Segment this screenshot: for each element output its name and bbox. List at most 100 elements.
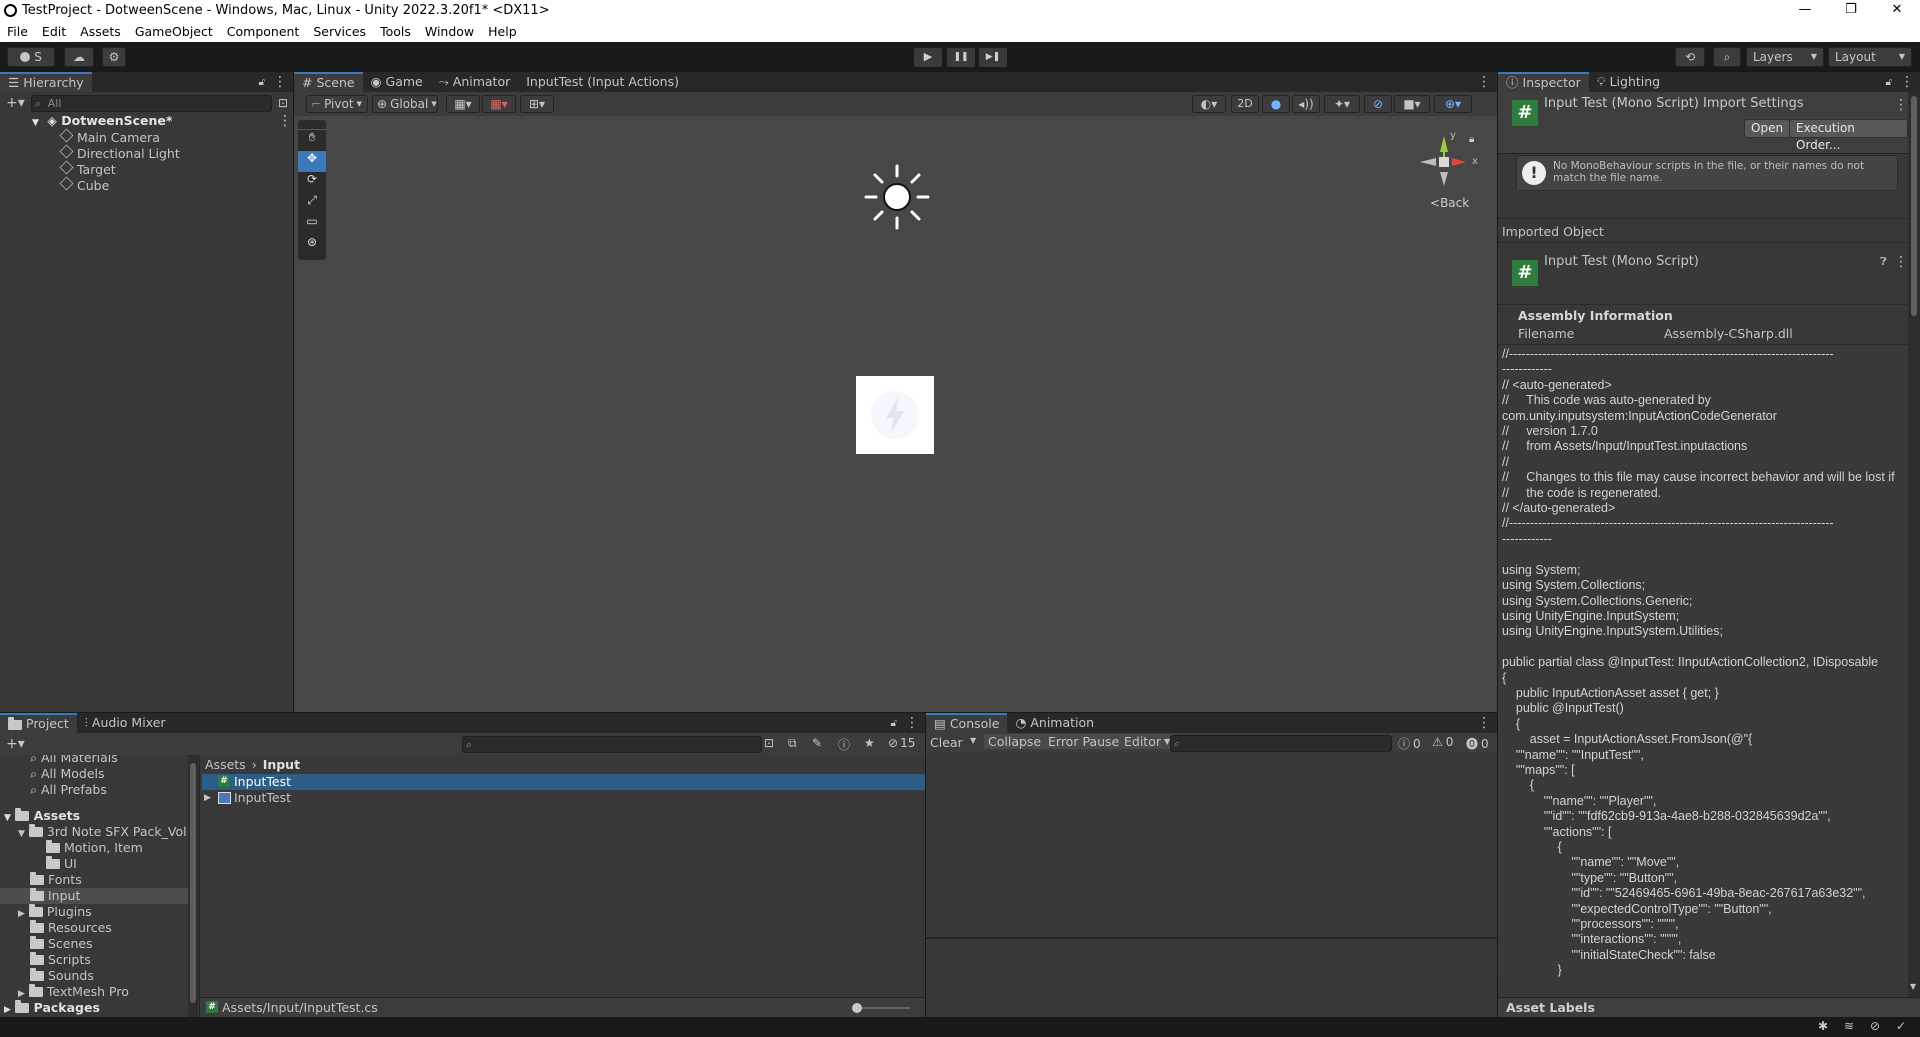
- scene-root[interactable]: ▼ ◈ DotweenScene*: [32, 113, 172, 129]
- collapse-toggle[interactable]: Collapse: [984, 734, 1046, 749]
- close-button[interactable]: ✕: [1874, 0, 1920, 22]
- expand-arrow-icon[interactable]: ▶: [204, 790, 211, 806]
- play-button[interactable]: ▶: [914, 48, 942, 67]
- add-icon[interactable]: +▾: [0, 736, 25, 752]
- lighting-toggle[interactable]: ●: [1262, 95, 1290, 113]
- tree-sfx-pack[interactable]: ▼ 3rd Note SFX Pack_Vol.1: [18, 824, 188, 840]
- menu-tools[interactable]: Tools: [373, 22, 418, 42]
- tree-textmesh-pro[interactable]: ▶ TextMesh Pro: [18, 984, 129, 1000]
- hidden-packages-toggle[interactable]: ⊘ 15: [888, 736, 915, 750]
- menu-gameobject[interactable]: GameObject: [128, 22, 220, 42]
- scene-more-icon[interactable]: ⋮: [278, 114, 292, 128]
- layout-dropdown[interactable]: Layout ▼: [1828, 47, 1912, 67]
- network-icon[interactable]: ⊘: [1870, 1019, 1880, 1033]
- draw-mode-button[interactable]: ◐▾: [1192, 95, 1226, 113]
- tab-project[interactable]: Project: [0, 713, 77, 733]
- expand-arrow-icon[interactable]: ▼: [18, 829, 25, 839]
- error-pause-toggle[interactable]: Error Pause: [1044, 734, 1124, 749]
- favorite-all-models[interactable]: ⌕ All Models: [30, 766, 105, 782]
- warning-count-toggle[interactable]: ⚠ 0: [1432, 735, 1453, 749]
- clear-options-chevron-icon[interactable]: ▼: [970, 736, 976, 745]
- tab-console[interactable]: ▤ Console: [926, 713, 1008, 733]
- tag-icon[interactable]: ✎: [812, 736, 822, 750]
- gizmos-toggle[interactable]: ⊕▾: [1434, 95, 1472, 113]
- global-dropdown[interactable]: ⊕ Global ▼: [372, 95, 438, 113]
- gizmo-lock-icon[interactable]: 🔒︎: [1469, 134, 1474, 145]
- layers-status-icon[interactable]: ≋: [1844, 1019, 1854, 1033]
- asset-labels-bar[interactable]: Asset Labels: [1498, 997, 1920, 1017]
- header-more-icon[interactable]: ⋮: [1894, 98, 1908, 112]
- project-search-input[interactable]: ⌕: [462, 736, 762, 753]
- menu-services[interactable]: Services: [306, 22, 373, 42]
- 2d-toggle-button[interactable]: 2D: [1231, 95, 1259, 113]
- search-button[interactable]: ⌕: [1713, 47, 1741, 67]
- open-button[interactable]: Open: [1744, 119, 1791, 138]
- tab-scene[interactable]: # Scene: [294, 72, 363, 92]
- menu-component[interactable]: Component: [220, 22, 307, 42]
- minimize-button[interactable]: —: [1782, 0, 1828, 22]
- tab-game[interactable]: ◉ Game: [363, 72, 431, 92]
- help-icon[interactable]: ❓︎: [1880, 255, 1887, 269]
- camera-settings-button[interactable]: ■▾: [1394, 95, 1430, 113]
- check-icon[interactable]: ✓: [1896, 1019, 1906, 1033]
- gizmo-view-label[interactable]: <Back: [1430, 196, 1469, 210]
- expand-arrow-icon[interactable]: ▼: [32, 118, 39, 128]
- clear-button[interactable]: Clear: [930, 735, 963, 750]
- tree-motion-item[interactable]: Motion, Item: [46, 840, 143, 856]
- maximize-button[interactable]: ❐: [1828, 0, 1874, 22]
- history-button[interactable]: ⟲: [1675, 47, 1705, 67]
- tree-resources[interactable]: Resources: [30, 920, 112, 936]
- lock-icon[interactable]: 🔓︎: [891, 718, 897, 729]
- error-count-toggle[interactable]: ⓿0: [1466, 735, 1489, 752]
- tree-input[interactable]: Input: [0, 888, 188, 904]
- expand-arrow-icon[interactable]: ▶: [4, 1005, 11, 1015]
- file-row[interactable]: ▶ InputTest: [202, 790, 925, 806]
- tab-inspector[interactable]: ⓘ Inspector: [1498, 72, 1589, 92]
- expand-arrow-icon[interactable]: ▶: [18, 989, 25, 999]
- hierarchy-item-directional-light[interactable]: Directional Light: [59, 144, 180, 161]
- pivot-dropdown[interactable]: ⌐ Pivot ▼: [306, 95, 368, 113]
- tab-audio-mixer[interactable]: ⫶ Audio Mixer: [77, 713, 174, 733]
- tab-hierarchy[interactable]: ☰ Hierarchy: [0, 72, 92, 92]
- menu-window[interactable]: Window: [418, 22, 481, 42]
- effects-toggle[interactable]: ✦▾: [1324, 95, 1360, 113]
- breadcrumb-current[interactable]: Input: [263, 757, 300, 772]
- increment-snap-button[interactable]: ⊞▾: [520, 95, 554, 113]
- move-tool[interactable]: ✥: [298, 151, 326, 172]
- grid-visibility-button[interactable]: ▦▾: [446, 95, 480, 113]
- favorite-star-icon[interactable]: ★: [864, 736, 875, 750]
- lock-icon[interactable]: 🔓︎: [1886, 77, 1892, 88]
- more-icon[interactable]: ⋮: [1477, 716, 1497, 730]
- tree-plugins[interactable]: ▶ Plugins: [18, 904, 92, 920]
- hierarchy-item-main-camera[interactable]: Main Camera: [59, 128, 160, 145]
- inspector-scrollbar[interactable]: ▼: [1908, 92, 1920, 997]
- file-row-selected[interactable]: # InputTest: [202, 774, 925, 790]
- tree-ui[interactable]: UI: [46, 856, 77, 872]
- add-icon[interactable]: +▾: [6, 95, 25, 111]
- favorite-all-prefabs[interactable]: ⌕ All Prefabs: [30, 782, 107, 798]
- console-log-list[interactable]: [926, 753, 1497, 937]
- scene-more-icon[interactable]: ⋮: [1477, 75, 1497, 89]
- tab-input-actions[interactable]: InputTest (Input Actions): [518, 72, 687, 92]
- breadcrumb-root[interactable]: Assets: [205, 757, 246, 772]
- pause-button[interactable]: ❚❚: [947, 48, 975, 67]
- scrollbar-thumb[interactable]: [190, 763, 196, 1003]
- hierarchy-item-cube[interactable]: Cube: [59, 176, 109, 193]
- more-icon[interactable]: ⋮: [273, 75, 287, 89]
- bug-icon[interactable]: ✱: [1818, 1019, 1828, 1033]
- collab-button[interactable]: ⚙: [102, 47, 126, 67]
- slider-thumb[interactable]: [852, 1003, 862, 1013]
- tree-assets-root[interactable]: ▼ Assets: [4, 808, 80, 824]
- cloud-button[interactable]: ☁: [64, 47, 94, 67]
- console-search-input[interactable]: ⌕: [1170, 735, 1392, 752]
- rect-tool[interactable]: ▭: [298, 214, 326, 235]
- grid-snap-button[interactable]: ▦▾: [482, 95, 516, 113]
- execution-order-button[interactable]: Execution Order...: [1789, 119, 1908, 152]
- tree-sounds[interactable]: Sounds: [30, 968, 94, 984]
- editor-dropdown[interactable]: Editor ▼: [1120, 734, 1175, 749]
- tree-fonts[interactable]: Fonts: [30, 872, 82, 888]
- transform-tool[interactable]: ⊛: [298, 235, 326, 256]
- tree-scripts[interactable]: Scripts: [30, 952, 91, 968]
- scroll-down-icon[interactable]: ▼: [1910, 982, 1916, 991]
- palette-handle[interactable]: [298, 120, 326, 130]
